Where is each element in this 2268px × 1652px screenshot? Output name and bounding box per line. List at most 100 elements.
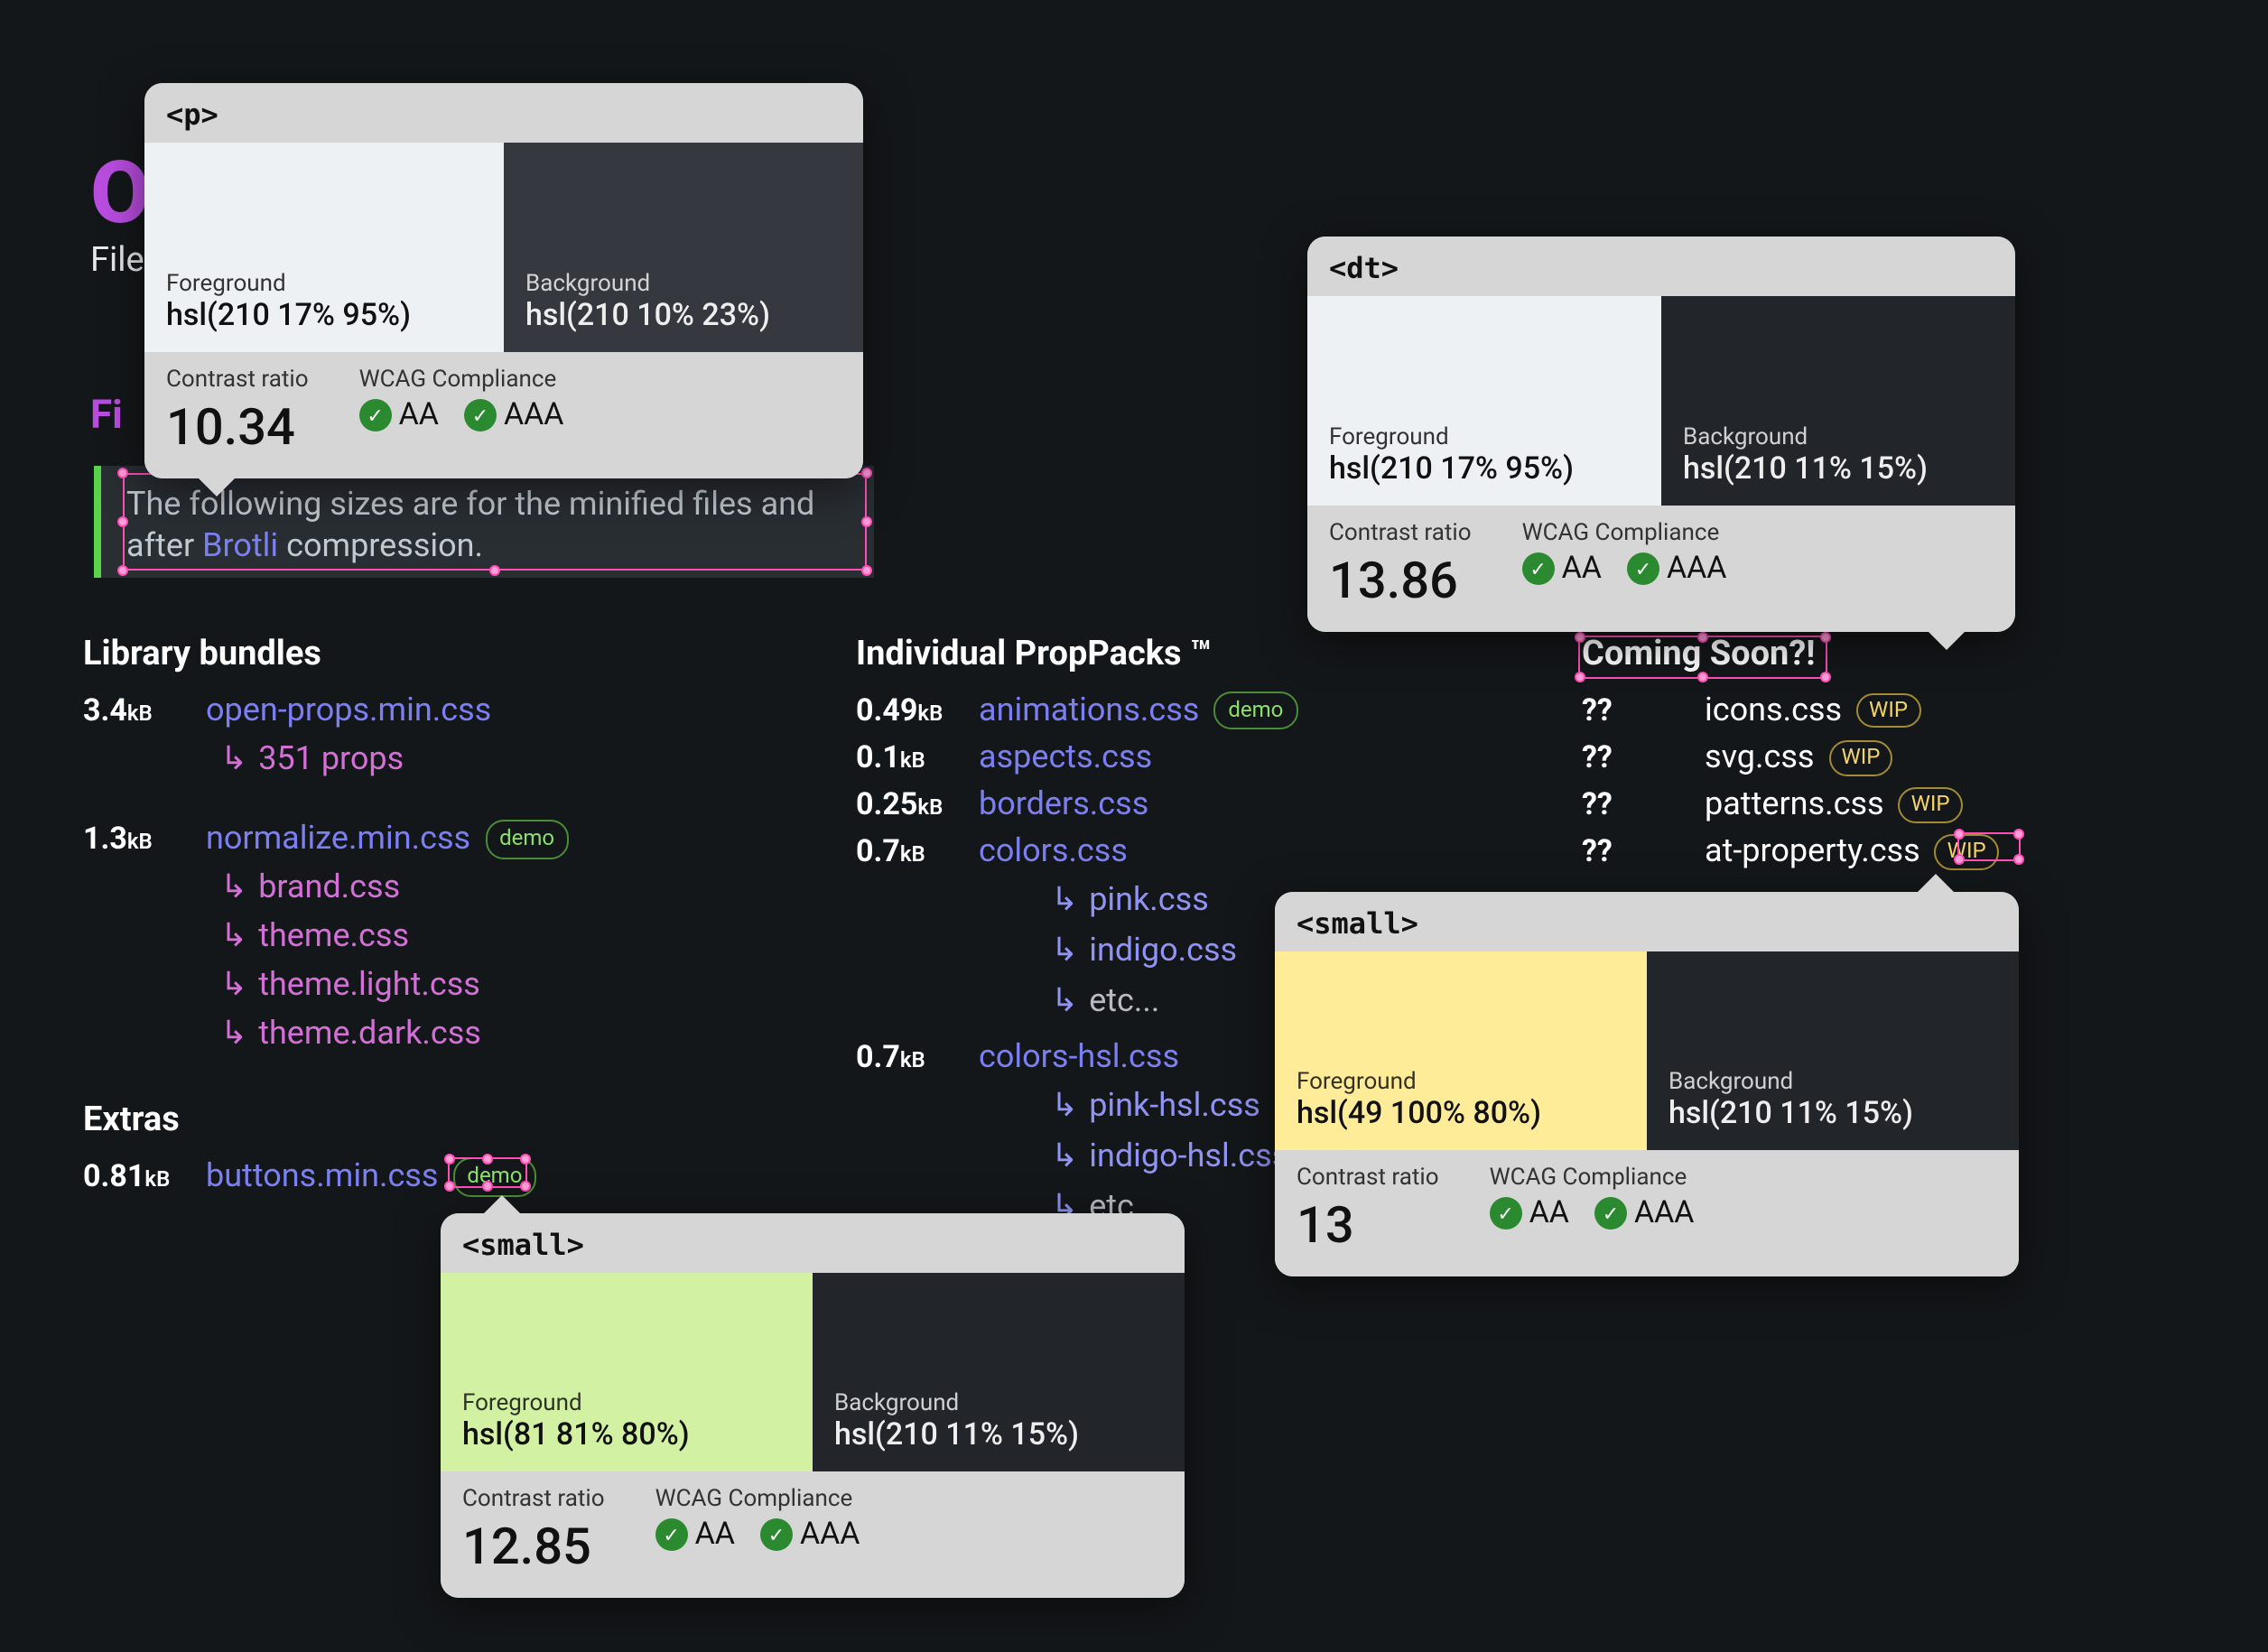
wcag-aa: ✓AA: [655, 1517, 735, 1553]
swatch-value: hsl(210 11% 15%): [834, 1417, 1163, 1453]
swatch-label: Foreground: [462, 1390, 791, 1417]
tooltip-tag: <small>: [441, 1213, 1185, 1273]
swatch-value: hsl(210 10% 23%): [525, 298, 841, 334]
swatch-value: hsl(210 17% 95%): [166, 298, 482, 334]
file-link-open-props[interactable]: open-props.min.css: [206, 688, 491, 735]
swatch-label: Background: [525, 271, 841, 298]
check-icon: ✓: [1522, 552, 1555, 585]
file-link-theme[interactable]: ↳theme.css: [220, 912, 805, 961]
foreground-swatch: Foreground hsl(210 17% 95%): [1307, 296, 1661, 506]
background-swatch: Background hsl(210 11% 15%): [1661, 296, 2015, 506]
wcag-aaa: ✓AAA: [1594, 1195, 1695, 1231]
wcag-aa: ✓AA: [1522, 551, 1602, 587]
arrow-return-icon: ↳: [220, 912, 247, 961]
check-icon: ✓: [464, 399, 497, 432]
file-link-brand[interactable]: ↳brand.css: [220, 863, 805, 912]
tooltip-tag: <p>: [144, 83, 863, 143]
wip-badge: WIP: [1828, 740, 1892, 775]
size-label: 0.81kB: [83, 1155, 181, 1200]
swatch-value: hsl(210 11% 15%): [1683, 451, 1994, 487]
tooltip-arrow-icon: [484, 1195, 520, 1213]
check-icon: ✓: [655, 1518, 688, 1551]
heading-extras: Extras: [83, 1098, 805, 1139]
file-link-colors[interactable]: colors.css: [979, 830, 1128, 877]
check-icon: ✓: [760, 1518, 793, 1551]
background-swatch: Background hsl(210 11% 15%): [813, 1273, 1185, 1471]
callout-link-brotli[interactable]: Brotli: [202, 528, 278, 566]
swatch-value: hsl(81 81% 80%): [462, 1417, 791, 1453]
demo-badge[interactable]: demo: [485, 820, 569, 858]
sub-count: ↳351 props: [220, 735, 805, 784]
wip-badge: WIP: [1899, 788, 1963, 823]
contrast-ratio-value: 10.34: [166, 397, 309, 457]
wcag-aa: ✓AA: [359, 397, 439, 433]
contrast-ratio-label: Contrast ratio: [1297, 1165, 1439, 1192]
arrow-return-icon: ↳: [220, 1009, 247, 1058]
heading-coming-soon: Coming Soon?!: [1582, 632, 2124, 673]
tooltip-tag: <small>: [1275, 892, 2019, 951]
swatch-value: hsl(210 11% 15%): [1668, 1096, 1997, 1132]
arrow-return-icon: ↳: [220, 863, 247, 912]
callout-text-after: compression.: [278, 528, 483, 566]
heading-library-bundles: Library bundles: [83, 632, 805, 673]
file-link-normalize[interactable]: normalize.min.css: [206, 820, 470, 858]
size-label: 1.3kB: [83, 818, 181, 862]
wip-badge: WIP: [1935, 835, 1999, 870]
file-link-borders[interactable]: borders.css: [979, 782, 1148, 829]
file-link-theme-dark[interactable]: ↳theme.dark.css: [220, 1009, 805, 1058]
page-title: O: [90, 141, 148, 244]
arrow-return-icon: ↳: [1051, 927, 1078, 978]
file-link-at-property[interactable]: at-property.css: [1705, 833, 1920, 871]
foreground-swatch: Foreground hsl(81 81% 80%): [441, 1273, 813, 1471]
page-subtitle: File: [90, 238, 144, 280]
tooltip-arrow-icon: [1929, 632, 1965, 650]
contrast-ratio-label: Contrast ratio: [462, 1486, 605, 1513]
swatch-label: Foreground: [1297, 1069, 1625, 1096]
wcag-aaa: ✓AAA: [760, 1517, 860, 1553]
size-label: 0.1kB: [856, 737, 953, 781]
swatch-label: Foreground: [1329, 424, 1640, 451]
wcag-aa: ✓AA: [1490, 1195, 1569, 1231]
file-link-colors-hsl[interactable]: colors-hsl.css: [979, 1035, 1179, 1081]
contrast-ratio-label: Contrast ratio: [1329, 520, 1472, 547]
demo-badge[interactable]: demo: [452, 1158, 536, 1197]
check-icon: ✓: [1594, 1197, 1627, 1230]
wcag-label: WCAG Compliance: [655, 1486, 860, 1513]
swatch-label: Foreground: [166, 271, 482, 298]
wcag-aaa: ✓AAA: [1627, 551, 1727, 587]
file-link-aspects[interactable]: aspects.css: [979, 735, 1152, 782]
tooltip-tag: <dt>: [1307, 237, 2015, 296]
size-label: 0.49kB: [856, 690, 953, 734]
check-icon: ✓: [359, 399, 392, 432]
size-label: 3.4kB: [83, 690, 181, 734]
swatch-label: Background: [1668, 1069, 1997, 1096]
wcag-label: WCAG Compliance: [359, 367, 564, 394]
file-link-patterns[interactable]: patterns.css: [1705, 785, 1884, 823]
file-link-icons[interactable]: icons.css: [1705, 691, 1842, 729]
contrast-ratio-value: 13: [1297, 1195, 1439, 1255]
file-link-svg[interactable]: svg.css: [1705, 738, 1815, 776]
wcag-aaa: ✓AAA: [464, 397, 564, 433]
contrast-ratio-value: 12.85: [462, 1517, 605, 1576]
unknown-size: ??: [1582, 831, 1679, 876]
contrast-tooltip-p: <p> Foreground hsl(210 17% 95%) Backgrou…: [144, 83, 863, 478]
background-swatch: Background hsl(210 11% 15%): [1647, 951, 2019, 1150]
check-icon: ✓: [1627, 552, 1659, 585]
background-swatch: Background hsl(210 10% 23%): [504, 143, 863, 352]
arrow-return-icon: ↳: [220, 961, 247, 1009]
size-label: 0.25kB: [856, 784, 953, 828]
unknown-size: ??: [1582, 784, 1679, 828]
heading-proppacks: Individual PropPacks ™: [856, 632, 1578, 673]
contrast-ratio-label: Contrast ratio: [166, 367, 309, 394]
file-link-animations[interactable]: animations.css: [979, 691, 1199, 729]
file-link-buttons[interactable]: buttons.min.css: [206, 1157, 438, 1195]
foreground-swatch: Foreground hsl(49 100% 80%): [1275, 951, 1647, 1150]
arrow-return-icon: ↳: [1051, 977, 1078, 1027]
file-link-theme-light[interactable]: ↳theme.light.css: [220, 961, 805, 1009]
unknown-size: ??: [1582, 690, 1679, 734]
demo-badge[interactable]: demo: [1213, 691, 1297, 730]
size-label: 0.7kB: [856, 1036, 953, 1081]
wcag-label: WCAG Compliance: [1522, 520, 1727, 547]
tooltip-arrow-icon: [1918, 874, 1954, 892]
swatch-value: hsl(210 17% 95%): [1329, 451, 1640, 487]
